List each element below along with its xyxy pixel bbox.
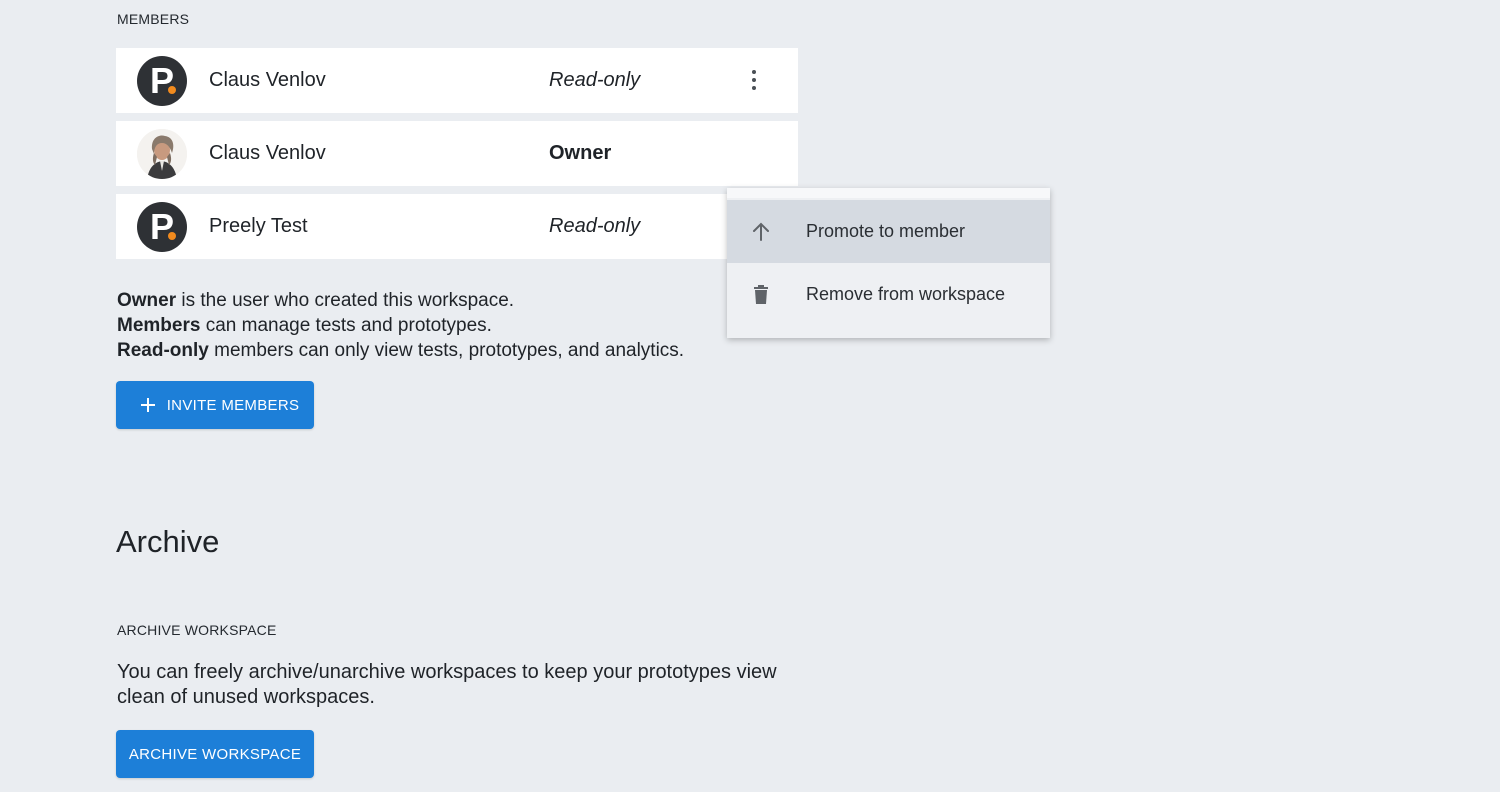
archive-description: You can freely archive/unarchive workspa…: [117, 661, 777, 708]
more-options-icon[interactable]: [744, 68, 764, 92]
member-name: Preely Test: [209, 215, 308, 237]
archive-workspace-label: ARCHIVE WORKSPACE: [117, 622, 277, 638]
invite-members-label: INVITE MEMBERS: [166, 396, 300, 414]
menu-item-label: Remove from workspace: [806, 284, 1006, 304]
invite-members-button[interactable]: INVITE MEMBERS: [116, 381, 314, 429]
legend-members-term: Members: [117, 315, 201, 336]
legend-owner-text: is the user who created this workspace.: [176, 290, 515, 311]
member-name: Claus Venlov: [209, 142, 326, 164]
preely-logo-avatar: P: [137, 56, 187, 106]
legend-readonly-text: members can only view tests, prototypes,…: [208, 340, 685, 361]
archive-workspace-button[interactable]: ARCHIVE WORKSPACE: [116, 730, 314, 778]
roles-legend: Owner is the user who created this works…: [117, 288, 684, 363]
member-role: Owner: [549, 142, 612, 164]
member-row: Claus Venlov Owner: [116, 121, 798, 186]
workspace-settings-page: MEMBERS P Claus Venlov Read-only Claus V…: [0, 0, 1500, 792]
legend-owner-term: Owner: [117, 290, 177, 311]
menu-item-label: Promote to member: [806, 221, 966, 241]
member-name: Claus Venlov: [209, 69, 326, 91]
legend-readonly-term: Read-only: [117, 340, 209, 361]
user-photo-avatar: [137, 129, 187, 179]
archive-section-title: Archive: [116, 524, 220, 559]
preely-logo-avatar: P: [137, 202, 187, 252]
promote-to-member-menu-item[interactable]: Promote to member: [727, 200, 1050, 263]
trash-icon: [754, 284, 768, 304]
arrow-up-icon: [753, 222, 769, 241]
plus-icon: [141, 398, 155, 412]
members-section-label: MEMBERS: [117, 11, 190, 27]
member-context-menu: Promote to member Remove from workspace: [727, 188, 1050, 338]
remove-from-workspace-menu-item[interactable]: Remove from workspace: [727, 263, 1050, 326]
legend-members-text: can manage tests and prototypes.: [200, 315, 492, 336]
member-role: Read-only: [549, 69, 641, 91]
member-row: P Claus Venlov Read-only: [116, 48, 798, 113]
member-row: P Preely Test Read-only: [116, 194, 798, 259]
member-role: Read-only: [549, 215, 641, 237]
